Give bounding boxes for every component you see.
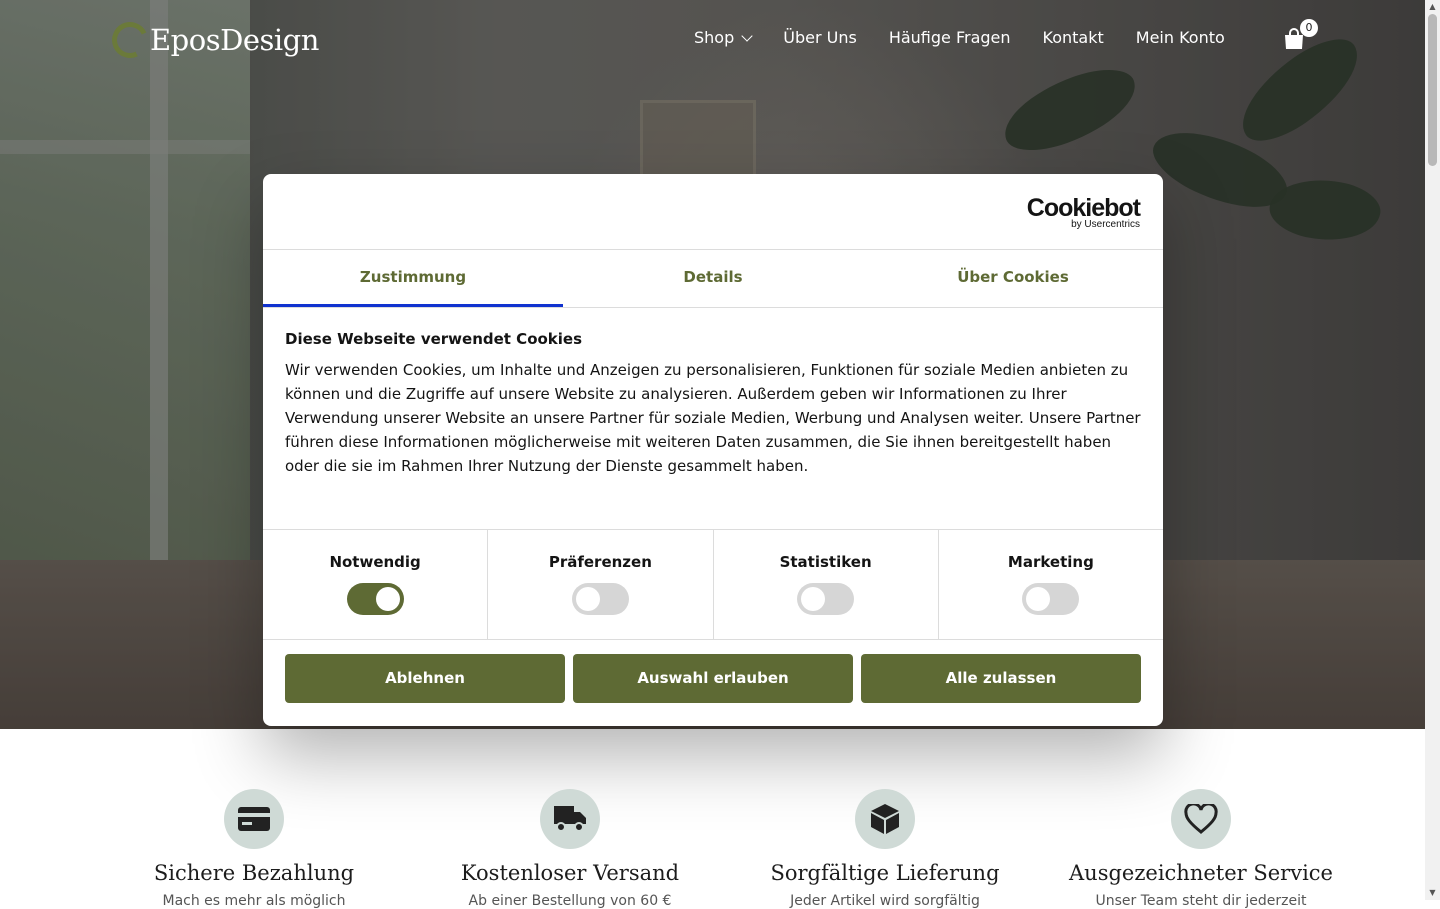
pref-label: Notwendig (329, 553, 421, 571)
feature-icon-circle (540, 789, 600, 849)
page-scrollbar[interactable]: ▲ ▼ (1425, 0, 1440, 900)
feature-item: Sorgfältige Lieferung Jeder Artikel wird… (725, 789, 1045, 909)
brand-logo[interactable]: EposDesign (106, 16, 319, 64)
toggle-praeferenzen[interactable] (571, 583, 629, 615)
toggle-statistiken[interactable] (797, 583, 855, 615)
toggle-knob (801, 587, 826, 611)
logo-mark-icon (106, 16, 154, 64)
dialog-body: Diese Webseite verwendet Cookies Wir ver… (263, 308, 1163, 529)
feature-icon-circle (1171, 789, 1231, 849)
toggle-marketing[interactable] (1022, 583, 1080, 615)
nav-item-label: Shop (694, 28, 735, 47)
feature-subtitle: Mach es mehr als möglich (162, 893, 346, 909)
features-section: Sichere Bezahlung Mach es mehr als mögli… (0, 729, 1425, 909)
cart-count-badge: 0 (1300, 19, 1318, 37)
feature-icon-circle (855, 789, 915, 849)
cookie-consent-dialog: Cookiebot by Usercentrics Zustimmung Det… (263, 174, 1163, 726)
pref-praeferenzen: Präferenzen (488, 530, 714, 639)
pref-label: Präferenzen (548, 553, 652, 571)
dialog-buttons: Ablehnen Auswahl erlauben Alle zulassen (285, 654, 1141, 703)
dialog-heading: Diese Webseite verwendet Cookies (285, 330, 583, 348)
pref-marketing: Marketing (939, 530, 1163, 639)
dialog-tabs: Zustimmung Details Über Cookies (263, 250, 1163, 308)
allow-all-button[interactable]: Alle zulassen (861, 654, 1141, 703)
pref-label: Statistiken (779, 553, 872, 571)
toggle-knob (575, 587, 600, 611)
dialog-header: Cookiebot by Usercentrics (263, 174, 1163, 250)
scroll-up-arrow-icon[interactable]: ▲ (1425, 2, 1440, 12)
feature-title: Kostenloser Versand (460, 861, 680, 885)
feature-title: Sichere Bezahlung (153, 861, 355, 885)
pref-notwendig: Notwendig (263, 530, 489, 639)
brand-name: EposDesign (150, 23, 319, 57)
scrollbar-thumb[interactable] (1428, 14, 1437, 166)
chevron-down-icon (741, 30, 753, 42)
feature-item: Ausgezeichneter Service Unser Team steht… (1041, 789, 1361, 909)
scroll-down-arrow-icon[interactable]: ▼ (1425, 888, 1440, 898)
allow-selection-button[interactable]: Auswahl erlauben (573, 654, 853, 703)
credit-card-icon (238, 807, 270, 831)
cookiebot-name: Cookiebot (1026, 194, 1141, 222)
feature-item: Sichere Bezahlung Mach es mehr als mögli… (94, 789, 414, 909)
toggle-knob (375, 587, 400, 611)
nav-item-kontakt[interactable]: Kontakt (1043, 28, 1104, 47)
decline-button[interactable]: Ablehnen (285, 654, 565, 703)
nav-item-ueber-uns[interactable]: Über Uns (783, 28, 857, 47)
cookiebot-logo: Cookiebot by Usercentrics (1026, 194, 1141, 230)
pref-label: Marketing (1007, 553, 1094, 571)
dialog-text: Wir verwenden Cookies, um Inhalte und An… (285, 361, 1141, 475)
feature-title: Sorgfältige Lieferung (770, 861, 1000, 885)
tab-zustimmung[interactable]: Zustimmung (263, 250, 563, 307)
nav-item-shop[interactable]: Shop (694, 28, 753, 47)
main-nav: Shop Über Uns Häufige Fragen Kontakt Mei… (694, 28, 1225, 47)
toggle-notwendig[interactable] (346, 583, 404, 615)
nav-item-mein-konto[interactable]: Mein Konto (1136, 28, 1225, 47)
tab-ueber-cookies[interactable]: Über Cookies (863, 250, 1163, 307)
tab-details[interactable]: Details (563, 250, 863, 307)
feature-subtitle: Jeder Artikel wird sorgfältig (790, 893, 980, 909)
box-icon (871, 804, 899, 834)
consent-preferences: Notwendig Präferenzen Statistiken Market… (263, 529, 1163, 640)
toggle-knob (1026, 587, 1051, 611)
feature-icon-circle (224, 789, 284, 849)
feature-subtitle: Ab einer Bestellung von 60 € (468, 893, 672, 909)
feature-title: Ausgezeichneter Service (1069, 861, 1333, 885)
heart-icon (1184, 804, 1218, 834)
pref-statistiken: Statistiken (714, 530, 939, 639)
feature-item: Kostenloser Versand Ab einer Bestellung … (410, 789, 730, 909)
feature-subtitle: Unser Team steht dir jederzeit (1095, 893, 1307, 909)
truck-icon (554, 806, 586, 832)
nav-item-faq[interactable]: Häufige Fragen (889, 28, 1011, 47)
